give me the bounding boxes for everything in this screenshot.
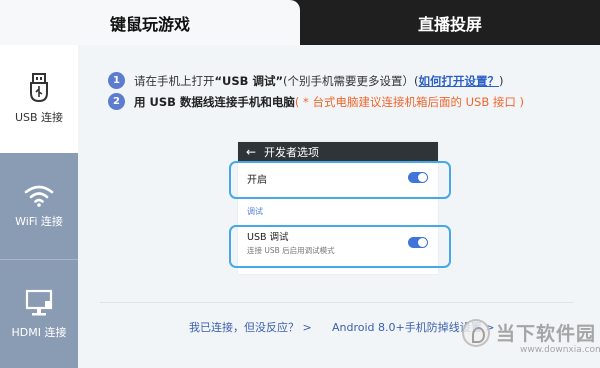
watermark-logo-icon [462, 319, 490, 347]
sidebar-item-label: HDMI 连接 [11, 326, 67, 339]
watermark: 当下软件园 www.downxia.com [462, 313, 600, 365]
back-arrow-icon: ← [245, 145, 257, 159]
sidebar-item-label: WiFi 连接 [15, 215, 63, 228]
watermark-text: 当下软件园 [496, 323, 597, 345]
step-1-text: 请在手机上打开 [134, 73, 215, 88]
sidebar-item-wifi[interactable]: WiFi 连接 [0, 153, 78, 260]
step-number-badge: 1 [108, 72, 125, 89]
connection-sidebar: USB 连接 WiFi 连接 HDMI 连接 [0, 45, 78, 368]
divider [100, 302, 574, 303]
sidebar-item-label: USB 连接 [14, 111, 64, 124]
phone-title-bar: ← 开发者选项 [238, 142, 438, 162]
sidebar-item-hdmi[interactable]: HDMI 连接 [0, 260, 78, 368]
step-2-text: 用 USB 数据线连接手机和电脑 [134, 94, 295, 109]
step-1: 1 请在手机上打开 “USB 调试” (个别手机需要更多设置）( 如何打开设置？… [108, 72, 504, 89]
tab-screen-cast[interactable]: 直播投屏 [300, 0, 600, 45]
section-label: 调试 [247, 207, 263, 216]
step-1-close-paren: ) [499, 73, 504, 88]
usb-icon [30, 73, 48, 103]
highlight-box-usb-debug [229, 225, 451, 268]
wifi-icon [24, 185, 54, 207]
highlight-box-enable [229, 161, 451, 199]
step-2-hint: ( * 台式电脑建议连接机箱后面的 USB 接口 ) [294, 94, 525, 109]
watermark-url: www.downxia.com [520, 345, 600, 355]
how-to-open-settings-link[interactable]: 如何打开设置？ [419, 73, 500, 89]
monitor-icon [25, 289, 53, 316]
sidebar-item-usb[interactable]: USB 连接 [0, 45, 78, 153]
step-number-badge: 2 [108, 93, 125, 110]
step-1-usb-debug: “USB 调试” [214, 73, 284, 88]
connected-no-response-link[interactable]: 我已连接，但没反应？ > [189, 319, 312, 335]
step-2: 2 用 USB 数据线连接手机和电脑 ( * 台式电脑建议连接机箱后面的 USB… [108, 93, 524, 110]
phone-title: 开发者选项 [264, 146, 319, 159]
top-tab-bar: 键鼠玩游戏 直播投屏 [0, 0, 600, 45]
step-1-note: (个别手机需要更多设置）( [283, 73, 419, 88]
tab-keyboard-mouse[interactable]: 键鼠玩游戏 [0, 0, 300, 45]
